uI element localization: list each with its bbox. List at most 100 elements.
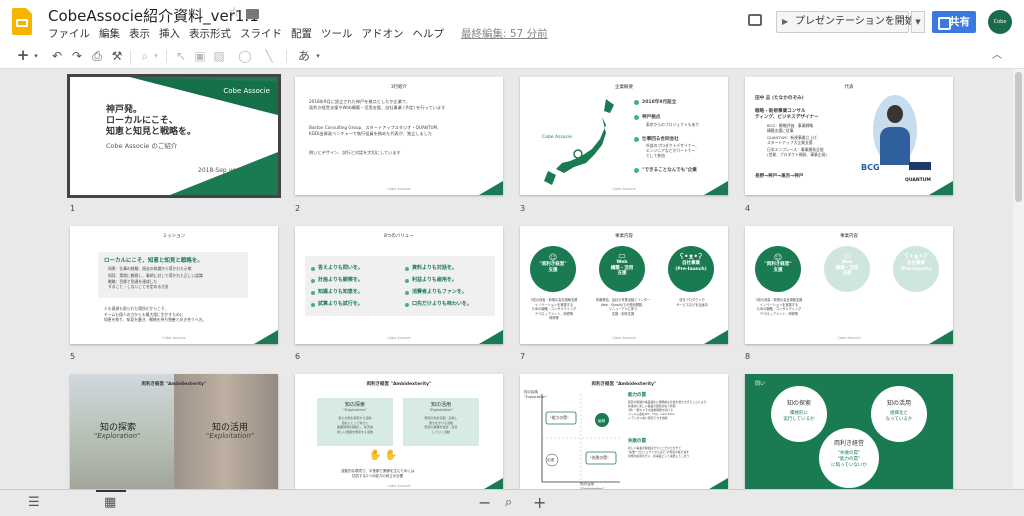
folder-icon[interactable]	[246, 9, 259, 19]
monitor-icon: ▭	[843, 251, 851, 260]
zoom-out-icon[interactable]: −	[478, 493, 491, 513]
slide-number-8: 8	[745, 352, 751, 361]
slide-2-corner	[479, 181, 503, 195]
text-box-icon[interactable]: ▣	[193, 48, 207, 64]
menu-edit[interactable]: 編集	[99, 26, 120, 41]
slide-thumbnail-6[interactable]: 8つのバリュー 答えよりも問いを。 計画よりも観察を。 知識よりも知恵を。 試算…	[295, 226, 503, 344]
redo-icon[interactable]: ↷	[70, 48, 84, 64]
slide-11-y-axis: 知の探索 "Exploration"	[524, 390, 548, 399]
paint-format-icon[interactable]: ⚒	[110, 48, 124, 64]
slide-thumbnail-3[interactable]: 企業概要 Cobe Associe 2018年9月設立 神戸拠点 東京からのプロ…	[520, 77, 728, 195]
slides-logo-icon[interactable]	[12, 8, 32, 35]
grid-view-icon[interactable]: ▦	[104, 493, 116, 513]
toolbar: + ▾ ↶ ↷ ⎙ ⚒ ⌕ ▾ ↖ ▣ ▨ ◯ ╲ あ ▾ ︿	[0, 44, 1024, 69]
question-circle-1-title: 知の探索	[786, 400, 811, 407]
portrait-photo	[873, 95, 917, 165]
slide-4-name: 田中 志 (たなかのぞみ)	[755, 96, 804, 101]
line-icon[interactable]: ╲	[262, 48, 276, 64]
vertical-scrollbar[interactable]	[1013, 69, 1024, 489]
slide-6-value-4: 試算よりも試行を。	[318, 301, 363, 307]
slide-2-title: 3行紹介	[390, 85, 408, 90]
slide-10-title: 両利き経営 "Ambidexterity"	[366, 382, 432, 387]
menu-tools[interactable]: ツール	[321, 26, 353, 41]
share-button[interactable]: 共有	[932, 11, 976, 33]
slide-3-corner	[704, 181, 728, 195]
slide-6-value-2: 計画よりも観察を。	[318, 277, 363, 283]
slide-1-title: 神戸発。 ローカルにこそ、 知恵と知見と戦略を。	[106, 105, 197, 137]
slide-6-value-8: 口先だけよりも味わいを。	[412, 301, 472, 307]
slide-thumbnail-10[interactable]: 両利き経営 "Ambidexterity" 知の探索 "Exploration"…	[295, 374, 503, 492]
present-button[interactable]: プレゼンテーションを開始	[776, 11, 915, 33]
shape-icon[interactable]: ◯	[238, 48, 252, 64]
service-circle-2-label: Web 構築・活用 支援	[835, 260, 859, 276]
list-view-icon[interactable]: ☰	[28, 493, 40, 513]
service-circle-3: ʕ•ᴥ•ʔ 自社事業 (Pre-launch)	[668, 246, 714, 292]
last-edit-link[interactable]: 最終編集: 57 分前	[461, 26, 548, 41]
new-slide-dropdown-icon[interactable]: ▾	[32, 48, 40, 64]
menu-insert[interactable]: 挿入	[159, 26, 180, 41]
slide-thumbnail-2[interactable]: 3行紹介 2018年9月に設立された神戸を拠点としたか企業で、 面利き経営支援や…	[295, 77, 503, 195]
new-slide-icon[interactable]: +	[16, 48, 30, 64]
menu-format[interactable]: 表示形式	[189, 26, 231, 41]
slide-9-right-sub: "Exploitation"	[206, 432, 255, 440]
select-icon[interactable]: ↖	[174, 48, 188, 64]
input-tools[interactable]: あ	[296, 48, 312, 64]
slide-6-title: 8つのバリュー	[384, 234, 414, 239]
slide-7-title: 事業内容	[615, 234, 633, 239]
zoom-in-icon[interactable]: +	[533, 493, 546, 513]
collapse-icon[interactable]: ︿	[990, 48, 1004, 64]
slide-1-brand: Cobe Associe	[223, 87, 270, 95]
service-1-text: 3億の改善・新規の会社構築支援 イノベーションを実現する ための戦略・コンサルテ…	[755, 298, 803, 316]
japan-map-icon	[544, 99, 614, 185]
menu-slide[interactable]: スライド	[240, 26, 282, 41]
slide-6-corner	[479, 330, 503, 344]
service-circle-2: ▭ Web 構築・活用 支援	[599, 246, 645, 292]
slide-thumbnail-5[interactable]: ミッション ローカルにこそ、知恵と知見と戦略を。 知恵：仕事の経験、過去の知識か…	[70, 226, 278, 344]
slide-4-detail-1: BCG：戦略評価、事業戦略 構築支援に従事	[767, 123, 814, 133]
question-circle-1: 知の探索 積極的に 実行しているか	[771, 386, 827, 442]
service-circle-2: ▭ Web 構築・活用 支援	[824, 246, 870, 292]
quadrant-label-4: "失敗の罠"	[590, 455, 609, 460]
star-icon[interactable]: ☆	[228, 5, 241, 21]
menu-view[interactable]: 表示	[129, 26, 150, 41]
slide-thumbnail-12[interactable]: 問い 知の探索 積極的に 実行しているか 知の活用 組織化と なっているか 両利…	[745, 374, 953, 492]
present-dropdown-icon[interactable]: ▼	[911, 11, 925, 33]
slide-thumbnail-1[interactable]: Cobe Associe 神戸発。 ローカルにこそ、 知恵と知見と戦略を。 Co…	[67, 74, 281, 198]
avatar[interactable]: Cobe Associe	[988, 10, 1012, 34]
slide-thumbnail-8[interactable]: 事業内容 ☺ "両利き経営" 支援 ▭ Web 構築・活用 支援 ʕ•ᴥ•ʔ 自…	[745, 226, 953, 344]
slide-number-5: 5	[70, 352, 76, 361]
image-icon[interactable]: ▨	[212, 48, 226, 64]
print-icon[interactable]: ⎙	[90, 48, 104, 64]
service-circle-1: ☺ "両利き経営" 支援	[530, 246, 576, 292]
menu-help[interactable]: ヘルプ	[413, 26, 445, 41]
slide-3-brand: Cobe Associe	[542, 135, 572, 140]
slide-thumbnail-4[interactable]: 代表 田中 志 (たなかのぞみ) 戦略・新規事業コンサル ティング、ビジネスデザ…	[745, 77, 953, 195]
zoom-icon[interactable]: ⌕	[505, 493, 512, 513]
zoom-dropdown-icon[interactable]: ▾	[152, 48, 160, 64]
slide-1-subtitle: Cobe Associe のご紹介	[106, 142, 178, 150]
scrollbar-thumb[interactable]	[1015, 72, 1022, 202]
quadrant-label-3: 出張	[547, 458, 554, 462]
menu-addons[interactable]: アドオン	[362, 26, 404, 41]
slide-6-footer: Cobe Associe	[387, 336, 411, 340]
menu-file[interactable]: ファイル	[48, 26, 90, 41]
slide-2-bullet-2: Boston Consulting Group、スタートアップスタジオ・QUAN…	[309, 125, 442, 136]
zoom-icon[interactable]: ⌕	[138, 48, 152, 64]
slide-thumbnail-11[interactable]: 両利き経営 "Ambidexterity" 知の探索 "Exploration"…	[520, 374, 728, 492]
menu-arrange[interactable]: 配置	[291, 26, 312, 41]
service-circle-1: ☺ "両利き経営" 支援	[755, 246, 801, 292]
bear-icon: ʕ•ᴥ•ʔ	[679, 252, 703, 261]
slide-5-line-1: 知恵：仕事の経験、過去の知識から導かれた示唆	[108, 266, 192, 271]
slide-5-footer: Cobe Associe	[162, 336, 186, 340]
slide-6-value-6: 利益よりも雇用を。	[412, 277, 457, 283]
slide-8-corner	[929, 330, 953, 344]
slide-thumbnail-9[interactable]: 両利き経営 "Ambidexterity" 知の探索 "Exploration"…	[70, 374, 278, 492]
slide-thumbnail-7[interactable]: 事業内容 ☺ "両利き経営" 支援 ▭ Web 構築・活用 支援 ʕ•ᴥ•ʔ 自…	[520, 226, 728, 344]
title-bar: CobeAssocie紹介資料_ver1.1 ☆ ファイル 編集 表示 挿入 表…	[0, 0, 1024, 44]
input-tools-dropdown-icon[interactable]: ▾	[314, 48, 322, 64]
comment-icon[interactable]	[748, 14, 762, 26]
capability-trap-text: 既存の組織や事業強化に戦略的な比重を置きすぎることにより、 将来的に新しい事業の…	[628, 400, 709, 420]
slide-6-value-7: 消費者よりもファンを。	[412, 289, 467, 295]
undo-icon[interactable]: ↶	[50, 48, 64, 64]
slide-6-value-1: 答えよりも問いを。	[318, 265, 363, 271]
